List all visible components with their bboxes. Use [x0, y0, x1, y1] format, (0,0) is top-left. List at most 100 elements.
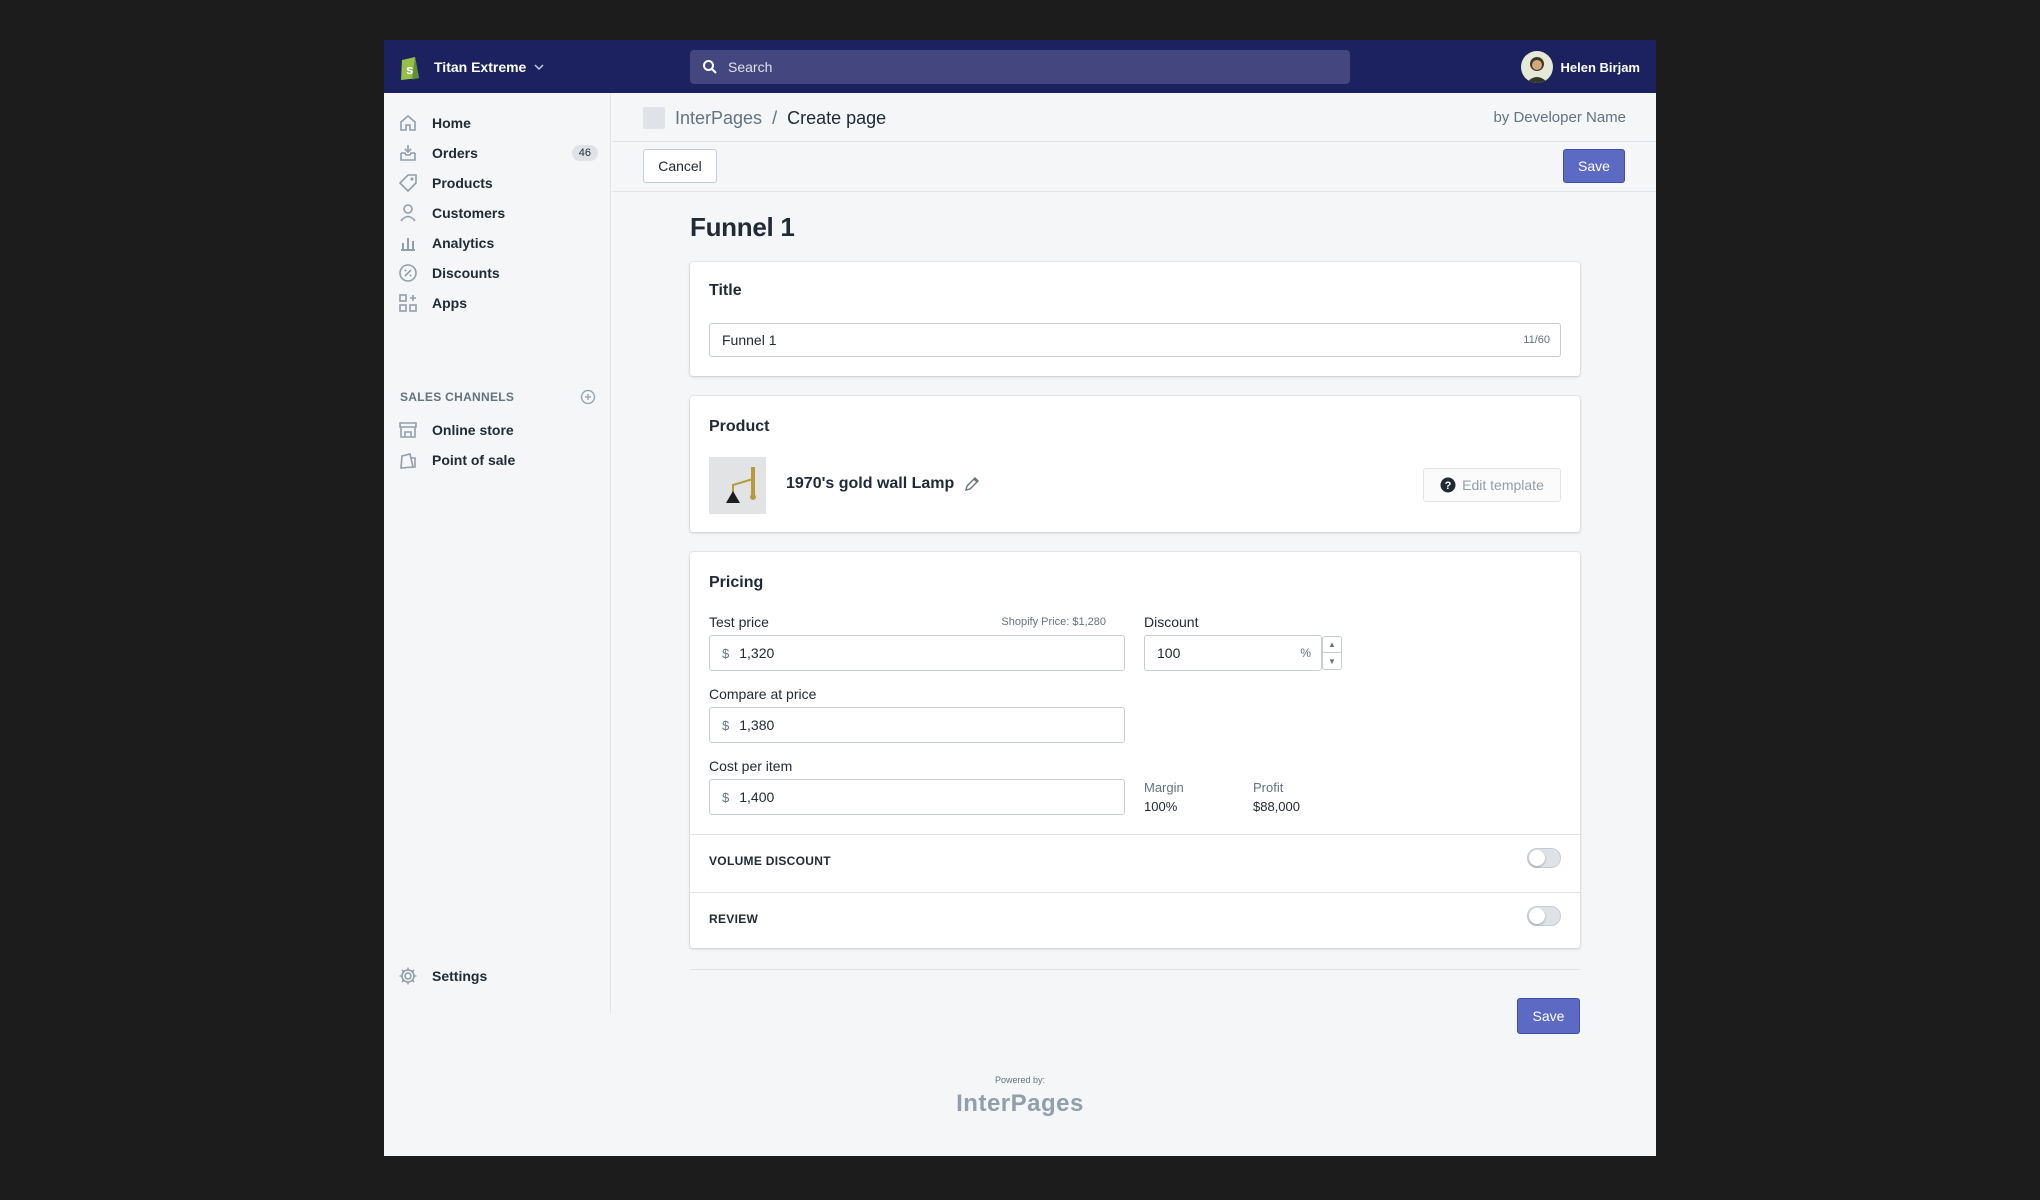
- currency-prefix: $: [722, 789, 730, 805]
- sidebar-item-products[interactable]: Products: [398, 171, 598, 195]
- help-icon: ?: [1440, 477, 1456, 493]
- divider: [690, 892, 1580, 893]
- orders-icon: [400, 145, 416, 161]
- breadcrumb-current: Create page: [787, 107, 887, 128]
- title-card-heading: Title: [709, 282, 742, 299]
- sidebar-item-label: Products: [432, 175, 493, 191]
- person-icon: [400, 204, 416, 222]
- sidebar-item-label: Apps: [432, 295, 467, 311]
- shopify-logo-icon: s: [401, 57, 419, 80]
- bottom-divider: [690, 969, 1580, 970]
- compare-price-label: Compare at price: [709, 686, 817, 702]
- product-name-row: 1970's gold wall Lamp: [786, 475, 980, 493]
- apps-icon: [399, 294, 417, 312]
- title-input-value: Funnel 1: [722, 332, 777, 348]
- footer-brand-logo: InterPages: [956, 1090, 1084, 1117]
- pricing-card: Pricing Test price Shopify Price: $1,280…: [690, 552, 1580, 948]
- sidebar: Home Orders 46 Products Customers Analyt…: [384, 93, 611, 1013]
- review-label: REVIEW: [709, 912, 759, 926]
- store-switcher[interactable]: s Titan Extreme: [398, 53, 544, 81]
- margin-label: Margin: [1144, 780, 1184, 795]
- sidebar-item-settings[interactable]: Settings: [398, 964, 598, 988]
- sidebar-item-home[interactable]: Home: [398, 111, 598, 135]
- page-title: Funnel 1: [690, 212, 795, 242]
- developer-byline: by Developer Name: [1493, 109, 1626, 126]
- sidebar-item-point-of-sale[interactable]: Point of sale: [398, 448, 598, 472]
- edit-template-label: Edit template: [1462, 477, 1544, 493]
- discount-input[interactable]: 100 %: [1144, 635, 1322, 671]
- user-menu[interactable]: Helen Birjam: [1520, 51, 1640, 83]
- cost-per-item-input[interactable]: $ 1,400: [709, 779, 1125, 815]
- store-name: Titan Extreme: [434, 59, 527, 75]
- svg-text:?: ?: [1445, 480, 1452, 492]
- title-input[interactable]: Funnel 1 11/60: [709, 323, 1561, 357]
- compare-price-input[interactable]: $ 1,380: [709, 707, 1125, 743]
- sidebar-item-analytics[interactable]: Analytics: [398, 231, 598, 255]
- sidebar-item-apps[interactable]: Apps: [398, 291, 598, 315]
- toggle-knob: [1529, 850, 1545, 866]
- cost-per-item-value: 1,400: [739, 789, 775, 805]
- pencil-icon[interactable]: [964, 476, 980, 492]
- shopify-price-note: Shopify Price: $1,280: [1001, 616, 1106, 628]
- home-icon: [400, 114, 416, 131]
- page-header: InterPages / Create page by Developer Na…: [612, 93, 1656, 142]
- margin-value: 100%: [1144, 799, 1178, 814]
- avatar: [1520, 51, 1553, 83]
- save-button-bottom[interactable]: Save: [1517, 998, 1580, 1034]
- sidebar-item-customers[interactable]: Customers: [398, 201, 598, 225]
- action-bar: Cancel Save: [612, 142, 1656, 192]
- chevron-down-icon: [534, 64, 544, 70]
- sidebar-item-label: Analytics: [432, 235, 495, 251]
- cost-per-item-label: Cost per item: [709, 758, 793, 774]
- currency-prefix: $: [722, 717, 730, 733]
- sidebar-item-discounts[interactable]: Discounts: [398, 261, 598, 285]
- breadcrumb-app-link[interactable]: InterPages: [675, 108, 762, 129]
- sidebar-item-orders[interactable]: Orders 46: [398, 141, 598, 165]
- sidebar-item-label: Orders: [432, 145, 478, 161]
- sidebar-item-label: Customers: [432, 205, 506, 221]
- volume-discount-label: VOLUME DISCOUNT: [709, 854, 831, 868]
- sidebar-item-label: Home: [432, 115, 471, 131]
- add-channel-icon[interactable]: [580, 389, 596, 405]
- product-card: Product 1970's gold wall Lamp ? Edit tem…: [690, 396, 1580, 532]
- cancel-button[interactable]: Cancel: [643, 149, 717, 183]
- toggle-knob: [1529, 908, 1545, 924]
- breadcrumb-separator: /: [772, 107, 778, 128]
- test-price-input[interactable]: $ 1,320: [709, 635, 1125, 671]
- tag-icon: [398, 174, 417, 193]
- pricing-card-heading: Pricing: [709, 574, 764, 591]
- bar-chart-icon: [401, 238, 415, 251]
- top-bar: s Titan Extreme Search Helen Birjam: [384, 40, 1656, 93]
- title-card: Title Funnel 1 11/60: [690, 262, 1580, 376]
- search-placeholder: Search: [728, 59, 773, 75]
- profit-label: Profit: [1253, 780, 1284, 795]
- discount-value: 100: [1157, 645, 1181, 661]
- svg-text:s: s: [406, 62, 413, 77]
- divider: [690, 834, 1580, 835]
- stepper-up-icon[interactable]: ▲: [1323, 637, 1341, 653]
- breadcrumb: InterPages / Create page: [643, 107, 886, 129]
- sales-channels-heading: SALES CHANNELS: [400, 389, 596, 405]
- orders-count-badge: 46: [571, 145, 598, 161]
- search-icon: [703, 60, 717, 74]
- save-button-top[interactable]: Save: [1563, 149, 1625, 183]
- discount-label: Discount: [1144, 614, 1199, 630]
- sidebar-item-online-store[interactable]: Online store: [398, 418, 598, 442]
- lamp-image: [709, 457, 766, 514]
- powered-by-label: Powered by:: [994, 1075, 1046, 1085]
- sales-channels-label: SALES CHANNELS: [400, 390, 515, 404]
- product-name: 1970's gold wall Lamp: [786, 475, 955, 492]
- review-toggle[interactable]: [1527, 906, 1561, 926]
- gear-icon: [399, 967, 417, 985]
- search-input[interactable]: Search: [690, 50, 1350, 84]
- sidebar-item-label: Settings: [432, 968, 488, 984]
- edit-template-button[interactable]: ? Edit template: [1423, 468, 1561, 502]
- discount-stepper[interactable]: ▲ ▼: [1322, 636, 1342, 670]
- store-icon: [399, 422, 417, 438]
- stepper-down-icon[interactable]: ▼: [1323, 653, 1341, 669]
- compare-price-value: 1,380: [739, 717, 775, 733]
- volume-discount-toggle[interactable]: [1527, 848, 1561, 868]
- profit-value: $88,000: [1253, 799, 1300, 814]
- product-thumbnail: [709, 457, 766, 514]
- app-logo-placeholder: [643, 107, 665, 129]
